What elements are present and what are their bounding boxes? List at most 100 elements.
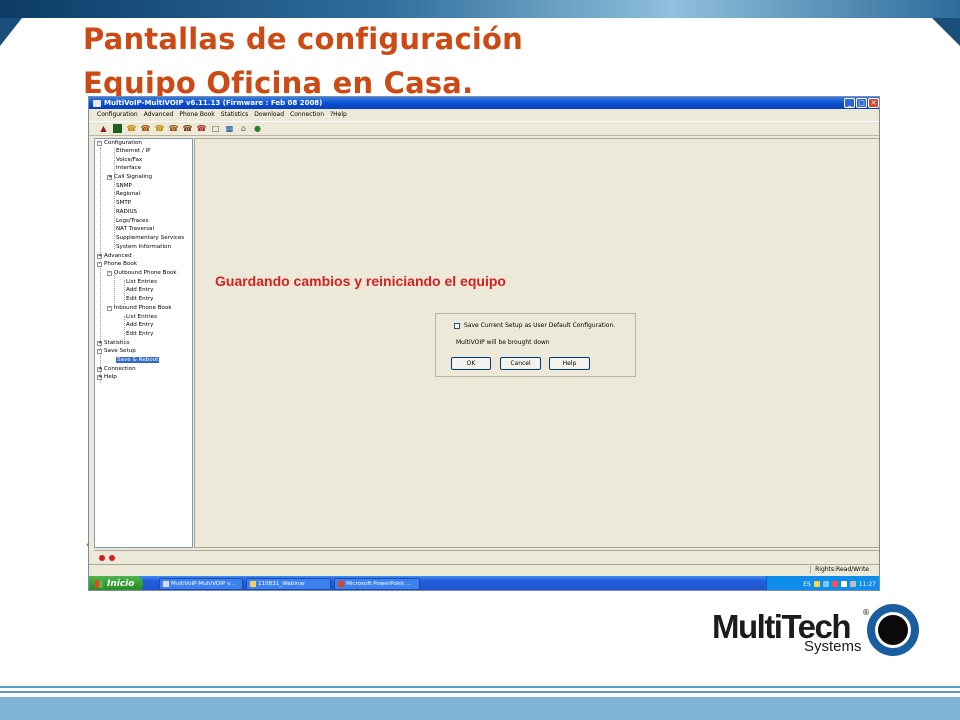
expand-icon[interactable]: +: [97, 341, 102, 346]
volume-icon[interactable]: [849, 581, 856, 587]
tray-icon[interactable]: [813, 581, 820, 587]
expand-icon[interactable]: +: [97, 367, 102, 372]
tree-call-signaling[interactable]: + Call Signaling: [107, 174, 152, 182]
collapse-icon[interactable]: -: [97, 262, 102, 267]
tree-logs-traces[interactable]: Logs/Traces: [116, 218, 149, 226]
tree-nat-traversal[interactable]: NAT Traversal: [116, 226, 154, 234]
tree-inbound-edit-entry[interactable]: Edit Entry: [126, 331, 154, 339]
tree-inbound-phone-book[interactable]: - Inbound Phone Book: [107, 305, 172, 313]
tree-outbound-list-entries[interactable]: List Entries: [126, 279, 157, 287]
phone-icon[interactable]: ☎: [141, 124, 151, 133]
menu-help[interactable]: ?Help: [330, 111, 347, 118]
tray-icon[interactable]: [822, 581, 829, 587]
tree-ethernet-ip[interactable]: Ethernet / IP: [116, 148, 151, 156]
tray-icon[interactable]: [840, 581, 847, 587]
collapse-icon[interactable]: -: [97, 141, 102, 146]
menu-phone-book[interactable]: Phone Book: [179, 111, 214, 118]
tree-supplementary-services[interactable]: Supplementary Services: [116, 235, 184, 243]
save-default-checkbox-row[interactable]: Save Current Setup as User Default Confi…: [454, 322, 615, 329]
footer-band: [0, 697, 960, 720]
tree-interface[interactable]: Interface: [116, 165, 141, 173]
tree-save-setup[interactable]: - Save Setup: [97, 348, 136, 356]
tree-phone-book[interactable]: - Phone Book: [97, 261, 137, 269]
slide-title-line1: Pantallas de configuración: [83, 22, 523, 56]
folder-icon: [250, 581, 256, 587]
tree-statistics[interactable]: + Statistics: [97, 340, 130, 348]
menu-connection[interactable]: Connection: [290, 111, 324, 118]
tree-connection[interactable]: + Connection: [97, 366, 136, 374]
rights-status: Rights:Read/Write: [810, 566, 869, 573]
maximize-button[interactable]: □: [856, 98, 867, 108]
tree-configuration[interactable]: - Configuration: [97, 140, 142, 148]
start-button[interactable]: Inicio: [89, 576, 143, 590]
terminal-icon[interactable]: [113, 124, 122, 133]
window-title: MultiVoIP-MultiVOIP v6.11.13 (Firmware :…: [104, 99, 323, 107]
phone-icon[interactable]: ☎: [197, 124, 207, 133]
footer-line: [0, 686, 960, 688]
minimize-button[interactable]: _: [844, 98, 855, 108]
phone-icon[interactable]: ☎: [155, 124, 165, 133]
led-strip: [94, 550, 879, 564]
phone-icon[interactable]: ☎: [183, 124, 193, 133]
tree-outbound-edit-entry[interactable]: Edit Entry: [126, 296, 154, 304]
logo-subtitle: Systems: [804, 638, 862, 655]
tree-snmp[interactable]: SNMP: [116, 183, 132, 191]
taskbar-item-multivoip[interactable]: MultiVoIP-MultiVOIP v...: [159, 578, 243, 590]
tree-advanced[interactable]: + Advanced: [97, 253, 132, 261]
taskbar-item-powerpoint[interactable]: Microsoft PowerPoint ...: [334, 578, 420, 590]
tree-regional[interactable]: Regional: [116, 191, 140, 199]
system-tray: ES 11:27: [766, 576, 879, 590]
tree-outbound-phone-book[interactable]: - Outbound Phone Book: [107, 270, 177, 278]
led-indicator: [109, 554, 115, 561]
save-default-label: Save Current Setup as User Default Confi…: [464, 322, 616, 329]
start-label: Inicio: [107, 579, 135, 589]
tree-outbound-add-entry[interactable]: Add Entry: [126, 287, 154, 295]
tray-icon[interactable]: [831, 581, 838, 587]
tree-save-reboot[interactable]: Save & Reboot: [116, 357, 160, 365]
multitech-logo: MultiTech ® Systems: [712, 604, 922, 664]
language-indicator[interactable]: ES: [803, 581, 811, 588]
chart-icon[interactable]: ▩: [225, 124, 234, 133]
top-corner-right: [932, 18, 960, 46]
top-band: [0, 0, 960, 18]
tree-help[interactable]: + Help: [97, 374, 117, 382]
house-icon[interactable]: ⌂: [239, 124, 248, 133]
document-icon[interactable]: □: [211, 124, 220, 133]
expand-icon[interactable]: +: [97, 254, 102, 259]
collapse-icon[interactable]: -: [107, 306, 112, 311]
annotation-text: Guardando cambios y reiniciando el equip…: [215, 273, 506, 289]
expand-icon[interactable]: +: [97, 375, 102, 380]
taskbar-item-webinar[interactable]: 110831_Webinar: [246, 578, 331, 590]
app-icon: [163, 581, 169, 587]
menu-bar: Configuration Advanced Phone Book Statis…: [89, 109, 879, 120]
collapse-icon[interactable]: -: [107, 271, 112, 276]
close-button[interactable]: ✕: [868, 98, 879, 108]
tree-inbound-list-entries[interactable]: List Entries: [126, 314, 157, 322]
slide-title-line2: Equipo Oficina en Casa.: [83, 66, 474, 100]
tree-smtp[interactable]: SMTP: [116, 200, 131, 208]
tree-system-information[interactable]: System Information: [116, 244, 171, 252]
window-titlebar[interactable]: MultiVoIP-MultiVOIP v6.11.13 (Firmware :…: [89, 97, 879, 109]
save-default-checkbox[interactable]: [454, 322, 460, 329]
taskbar-item-label: MultiVoIP-MultiVOIP v...: [171, 581, 236, 587]
menu-statistics[interactable]: Statistics: [221, 111, 248, 118]
network-icon[interactable]: ▲: [99, 124, 108, 133]
shutdown-message: MultiVOIP will be brought down: [456, 339, 550, 346]
phone-icon[interactable]: ☎: [169, 124, 179, 133]
ok-button[interactable]: OK: [451, 357, 491, 370]
tree-inbound-add-entry[interactable]: Add Entry: [126, 322, 154, 330]
menu-advanced[interactable]: Advanced: [144, 111, 174, 118]
tree-voice-fax[interactable]: Voice/Fax: [116, 157, 142, 165]
app-screenshot: MultiVoIP-MultiVOIP v6.11.13 (Firmware :…: [88, 96, 880, 591]
collapse-icon[interactable]: -: [97, 349, 102, 354]
top-corner-left: [0, 18, 22, 46]
phone-icon[interactable]: ☎: [127, 124, 137, 133]
expand-icon[interactable]: +: [107, 175, 112, 180]
globe-icon[interactable]: ●: [253, 124, 262, 133]
help-button[interactable]: Help: [549, 357, 590, 370]
menu-configuration[interactable]: Configuration: [97, 111, 138, 118]
tree-radius[interactable]: RADIUS: [116, 209, 137, 217]
menu-download[interactable]: Download: [254, 111, 284, 118]
config-tree: - Configuration Ethernet / IP Voice/Fax I…: [94, 138, 193, 548]
cancel-button[interactable]: Cancel: [500, 357, 541, 370]
